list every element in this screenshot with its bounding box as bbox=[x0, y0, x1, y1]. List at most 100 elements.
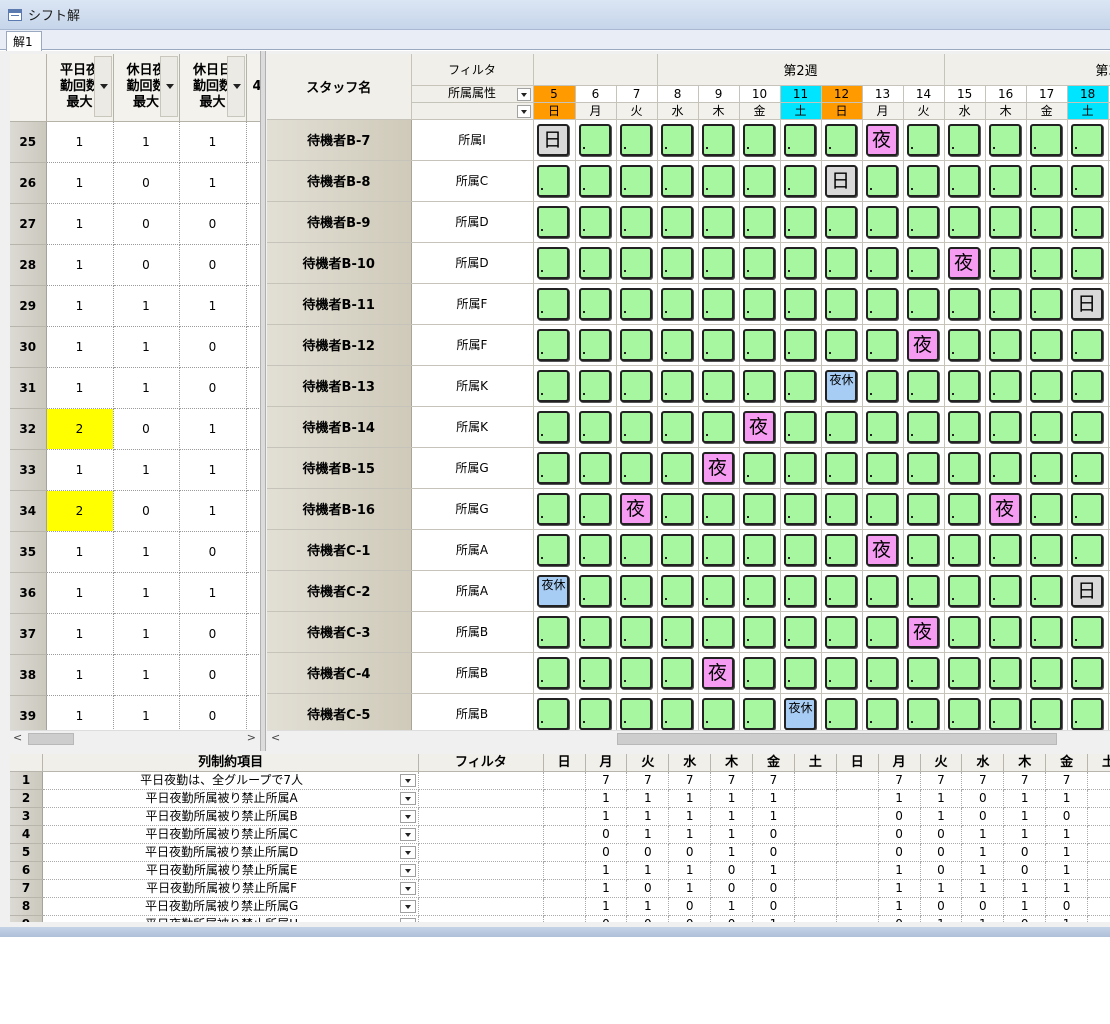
constraint-day-value[interactable]: 1 bbox=[1045, 879, 1089, 898]
shift-off-box[interactable] bbox=[865, 697, 898, 730]
shift-night-off-box[interactable]: 夜休 bbox=[824, 369, 857, 402]
shift-off-box[interactable] bbox=[988, 410, 1021, 443]
constraint-value-cell[interactable]: 0 bbox=[179, 203, 247, 245]
shift-cell[interactable] bbox=[657, 406, 699, 448]
constraint-value-cell[interactable]: 1 bbox=[46, 285, 114, 327]
shift-off-box[interactable] bbox=[660, 492, 693, 525]
shift-off-box[interactable] bbox=[1070, 492, 1103, 525]
constraint-day-value[interactable] bbox=[836, 807, 879, 826]
constraint-day-value[interactable]: 0 bbox=[585, 825, 628, 844]
staff-name[interactable]: 待機者B-14 bbox=[267, 406, 412, 448]
shift-off-box[interactable] bbox=[578, 123, 611, 156]
shift-cell[interactable] bbox=[821, 283, 863, 325]
constraint-item-select[interactable]: 平日夜勤所属被り禁止所属F bbox=[42, 879, 420, 898]
shift-cell[interactable] bbox=[1026, 119, 1068, 161]
affiliation-filter-select[interactable]: 所属属性 bbox=[411, 85, 534, 103]
shift-off-box[interactable] bbox=[1029, 123, 1062, 156]
shift-cell[interactable] bbox=[944, 406, 986, 448]
constraint-day-value[interactable]: 1 bbox=[1045, 843, 1089, 862]
shift-off-box[interactable] bbox=[783, 287, 816, 320]
constraint-item-select[interactable]: 平日夜勤所属被り禁止所属G bbox=[42, 897, 420, 916]
constraint-value-cell[interactable]: 1 bbox=[113, 572, 180, 614]
shift-cell[interactable] bbox=[698, 406, 740, 448]
shift-cell[interactable] bbox=[780, 611, 822, 653]
shift-off-box[interactable] bbox=[701, 205, 734, 238]
staff-name[interactable]: 待機者B-12 bbox=[267, 324, 412, 366]
constraint-value-cell[interactable]: 0 bbox=[179, 695, 247, 730]
shift-cell[interactable] bbox=[1026, 447, 1068, 489]
constraint-day-value[interactable]: 0 bbox=[1045, 897, 1089, 916]
shift-off-box[interactable] bbox=[1029, 574, 1062, 607]
shift-off-box[interactable] bbox=[988, 697, 1021, 730]
shift-cell[interactable] bbox=[780, 488, 822, 530]
shift-cell[interactable] bbox=[657, 693, 699, 730]
shift-cell[interactable] bbox=[739, 283, 781, 325]
shift-off-box[interactable] bbox=[906, 697, 939, 730]
constraint-day-value[interactable]: 1 bbox=[1003, 825, 1047, 844]
shift-cell[interactable]: 夜 bbox=[698, 652, 740, 694]
constraint-value-cell[interactable]: 1 bbox=[46, 162, 114, 204]
constraint-day-value[interactable] bbox=[543, 861, 586, 880]
shift-cell[interactable] bbox=[903, 119, 945, 161]
shift-off-box[interactable] bbox=[536, 492, 569, 525]
constraint-value-cell[interactable] bbox=[246, 162, 260, 204]
constraint-day-value[interactable]: 1 bbox=[710, 789, 754, 808]
constraint-item-select[interactable]: 平日夜勤所属被り禁止所属B bbox=[42, 807, 420, 826]
constraint-day-value[interactable] bbox=[836, 915, 879, 922]
shift-cell[interactable] bbox=[698, 283, 740, 325]
scroll-left-icon[interactable]: < bbox=[271, 731, 280, 744]
dropdown-icon[interactable] bbox=[226, 56, 245, 117]
constraint-value-cell[interactable]: 1 bbox=[46, 695, 114, 730]
shift-off-box[interactable] bbox=[947, 492, 980, 525]
constraint-item-select[interactable]: 平日夜勤所属被り禁止所属D bbox=[42, 843, 420, 862]
constraint-day-value[interactable]: 0 bbox=[1003, 915, 1047, 922]
shift-cell[interactable] bbox=[657, 242, 699, 284]
constraint-day-value[interactable]: 0 bbox=[752, 879, 795, 898]
constraint-day-value[interactable]: 0 bbox=[752, 843, 795, 862]
shift-off-box[interactable] bbox=[1070, 697, 1103, 730]
shift-off-box[interactable] bbox=[536, 697, 569, 730]
shift-cell[interactable] bbox=[944, 447, 986, 489]
shift-off-box[interactable] bbox=[906, 164, 939, 197]
shift-off-box[interactable] bbox=[701, 164, 734, 197]
constraint-day-value[interactable]: 1 bbox=[1045, 789, 1089, 808]
dropdown-icon[interactable] bbox=[159, 56, 178, 117]
shift-cell[interactable] bbox=[698, 324, 740, 366]
constraint-day-value[interactable]: 1 bbox=[752, 861, 795, 880]
chevron-down-icon[interactable] bbox=[400, 882, 417, 895]
constraint-day-value[interactable] bbox=[836, 789, 879, 808]
shift-cell[interactable] bbox=[821, 570, 863, 612]
shift-cell[interactable] bbox=[657, 119, 699, 161]
constraint-day-value[interactable]: 1 bbox=[920, 879, 963, 898]
shift-cell[interactable]: 日 bbox=[533, 119, 576, 161]
shift-cell[interactable] bbox=[1026, 693, 1068, 730]
shift-off-box[interactable] bbox=[578, 287, 611, 320]
shift-off-box[interactable] bbox=[824, 410, 857, 443]
shift-cell[interactable] bbox=[944, 611, 986, 653]
scroll-left-icon[interactable]: < bbox=[13, 731, 22, 744]
shift-cell[interactable] bbox=[985, 447, 1027, 489]
constraint-value-cell[interactable]: 1 bbox=[113, 449, 180, 491]
shift-off-box[interactable] bbox=[865, 574, 898, 607]
constraint-day-value[interactable]: 0 bbox=[668, 843, 712, 862]
shift-off-box[interactable] bbox=[824, 246, 857, 279]
secondary-filter-select[interactable] bbox=[411, 102, 534, 120]
constraint-day-value[interactable]: 1 bbox=[585, 879, 628, 898]
shift-day-box[interactable]: 日 bbox=[824, 164, 857, 197]
shift-cell[interactable] bbox=[862, 611, 904, 653]
constraint-value-cell[interactable]: 0 bbox=[179, 244, 247, 286]
shift-off-box[interactable] bbox=[578, 451, 611, 484]
shift-off-box[interactable] bbox=[824, 656, 857, 689]
shift-off-box[interactable] bbox=[578, 533, 611, 566]
shift-cell[interactable] bbox=[1026, 611, 1068, 653]
shift-cell[interactable] bbox=[698, 570, 740, 612]
constraint-value-cell[interactable]: 0 bbox=[179, 326, 247, 368]
constraint-day-value[interactable]: 0 bbox=[961, 789, 1005, 808]
shift-cell[interactable] bbox=[1067, 693, 1109, 730]
shift-off-box[interactable] bbox=[1070, 410, 1103, 443]
shift-off-box[interactable] bbox=[906, 656, 939, 689]
shift-off-box[interactable] bbox=[906, 492, 939, 525]
constraint-day-value[interactable]: 1 bbox=[752, 915, 795, 922]
shift-cell[interactable] bbox=[698, 529, 740, 571]
shift-off-box[interactable] bbox=[701, 697, 734, 730]
